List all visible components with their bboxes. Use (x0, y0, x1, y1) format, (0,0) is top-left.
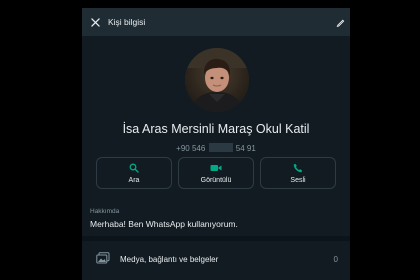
contact-name: İsa Aras Mersinli Maraş Okul Katil (122, 122, 310, 136)
media-row-label: Medya, bağlantı ve belgeler (120, 255, 219, 264)
panel-title: Kişi bilgisi (108, 17, 146, 27)
action-buttons: Ara Görüntülü Sesli (96, 157, 336, 191)
about-text: Merhaba! Ben WhatsApp kullanıyorum. (90, 219, 238, 229)
search-icon (129, 163, 139, 173)
phone-prefix: +90 546 (176, 144, 206, 153)
call-search-button[interactable]: Ara (96, 157, 172, 189)
media-gallery-icon (96, 252, 110, 264)
media-links-docs-row[interactable]: Medya, bağlantı ve belgeler 0 (82, 241, 350, 280)
video-camera-icon (210, 165, 222, 171)
panel-header: Kişi bilgisi (82, 8, 350, 36)
phone-redaction (208, 143, 233, 152)
video-button-label: Görüntülü (200, 177, 232, 184)
edit-contact-button[interactable] (334, 16, 346, 28)
video-call-button[interactable]: Görüntülü (178, 157, 254, 189)
contact-profile-photo (185, 48, 249, 112)
media-count: 0 (333, 255, 338, 264)
close-icon (90, 17, 100, 27)
search-button-label: Ara (128, 177, 140, 184)
voice-call-button[interactable]: Sesli (260, 157, 336, 189)
pencil-icon (336, 19, 344, 27)
contact-info-panel: Kişi bilgisi İsa Aras Mersinli Maraş Oku… (82, 8, 350, 280)
phone-suffix: 54 91 (235, 144, 256, 153)
close-button[interactable] (88, 15, 102, 29)
phone-icon (293, 163, 303, 173)
about-heading: Hakkımda (90, 208, 120, 215)
contact-phone: +90 546 54 91 (82, 143, 350, 153)
voice-button-label: Sesli (290, 177, 306, 184)
avatar[interactable] (185, 48, 249, 112)
